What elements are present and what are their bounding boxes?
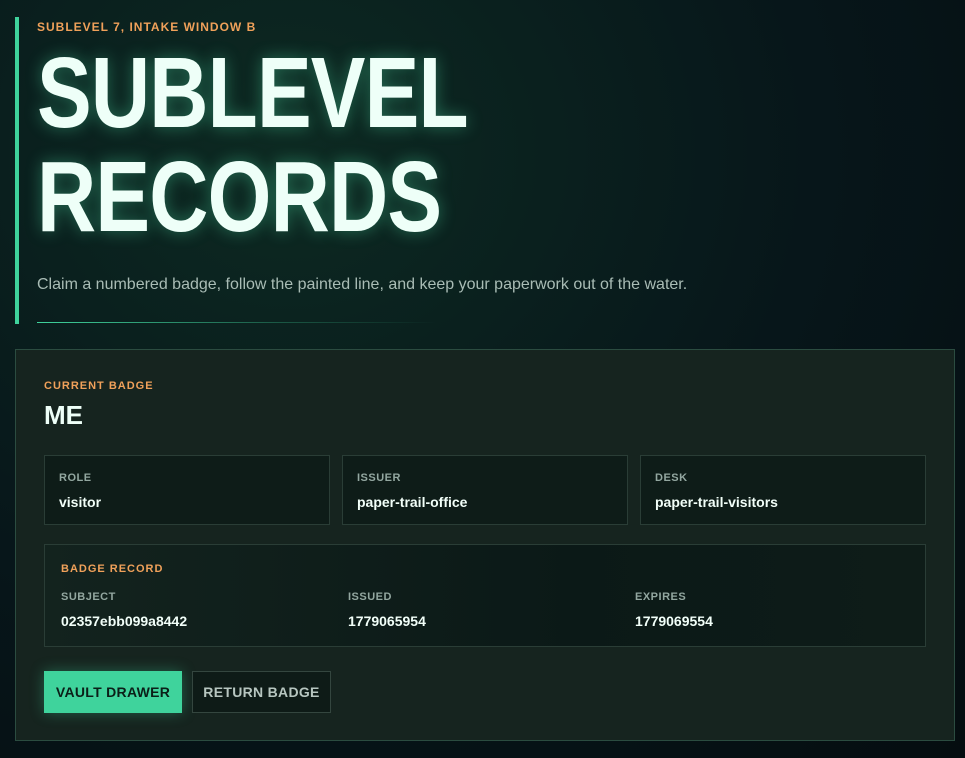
current-badge-label: CURRENT BADGE — [44, 380, 154, 392]
desk-value: paper-trail-visitors — [655, 494, 778, 510]
badge-fields: ROLE visitor ISSUER paper-trail-office D… — [44, 455, 926, 525]
desk-card: DESK paper-trail-visitors — [640, 455, 926, 525]
current-badge-name: ME — [44, 400, 83, 430]
return-badge-button[interactable]: RETURN BADGE — [192, 671, 331, 713]
badge-record: BADGE RECORD SUBJECT 02357ebb099a8442 IS… — [44, 544, 926, 647]
badge-record-label: BADGE RECORD — [61, 563, 164, 575]
desk-label: DESK — [655, 472, 688, 484]
role-label: ROLE — [59, 472, 92, 484]
page-title-line-2: RECORDS — [37, 141, 442, 253]
vault-drawer-button[interactable]: VAULT DRAWER — [44, 671, 182, 713]
issued-label: ISSUED — [348, 591, 392, 603]
issuer-card: ISSUER paper-trail-office — [342, 455, 628, 525]
role-card: ROLE visitor — [44, 455, 330, 525]
hero-divider — [37, 322, 437, 323]
subject-field: SUBJECT 02357ebb099a8442 — [61, 591, 187, 629]
subject-label: SUBJECT — [61, 591, 116, 603]
expires-value: 1779069554 — [635, 613, 713, 629]
badge-panel: CURRENT BADGE ME ROLE visitor ISSUER pap… — [15, 349, 955, 741]
hero-subtitle: Claim a numbered badge, follow the paint… — [37, 276, 688, 293]
page-title: SUBLEVEL RECORDS — [37, 37, 469, 253]
issued-value: 1779065954 — [348, 613, 426, 629]
issuer-label: ISSUER — [357, 472, 401, 484]
subject-value: 02357ebb099a8442 — [61, 613, 188, 629]
issued-field: ISSUED 1779065954 — [348, 591, 426, 629]
hero-eyebrow: SUBLEVEL 7, INTAKE WINDOW B — [37, 20, 257, 34]
role-value: visitor — [59, 494, 102, 510]
expires-label: EXPIRES — [635, 591, 687, 603]
hero-section: SUBLEVEL 7, INTAKE WINDOW B SUBLEVEL REC… — [15, 17, 715, 324]
page-title-line-1: SUBLEVEL — [37, 37, 469, 149]
issuer-value: paper-trail-office — [357, 494, 468, 510]
expires-field: EXPIRES 1779069554 — [635, 591, 713, 629]
